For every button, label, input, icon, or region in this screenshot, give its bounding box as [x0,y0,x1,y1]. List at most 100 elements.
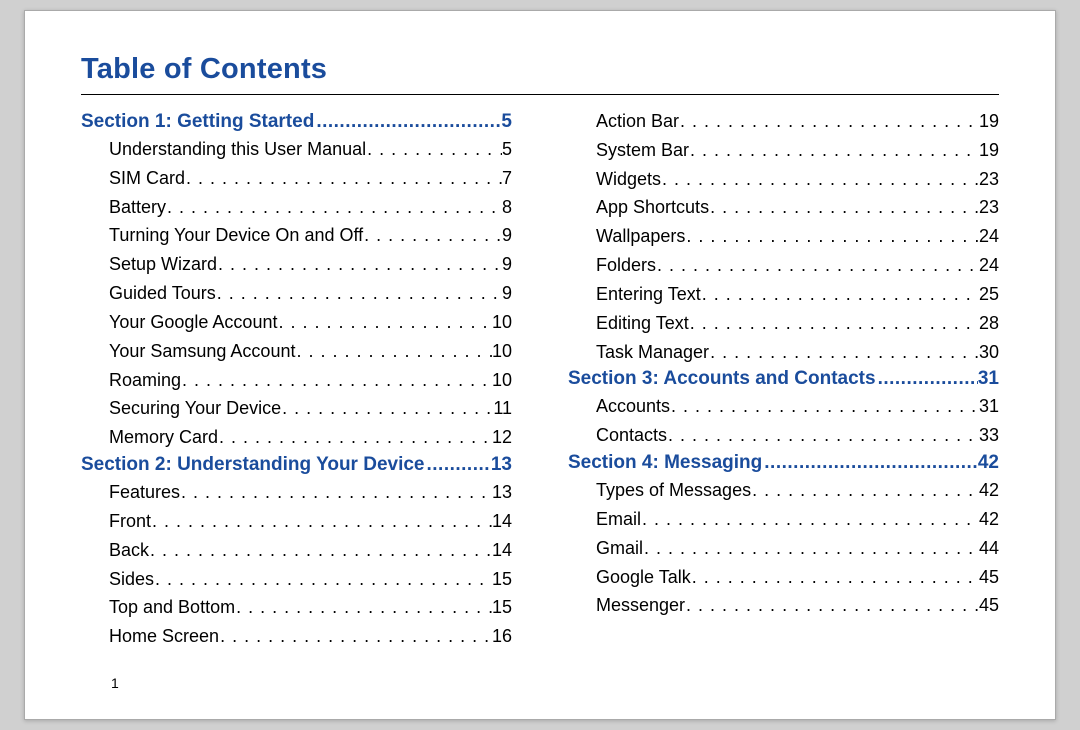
toc-label: Your Samsung Account [109,339,295,364]
toc-label: SIM Card [109,166,185,191]
toc-page-number: 7 [502,166,512,191]
toc-columns: Section 1: Getting Started 5Understandin… [81,109,999,653]
toc-page-number: 45 [979,565,999,590]
toc-page-number: 19 [979,109,999,134]
toc-label: Guided Tours [109,281,216,306]
leader-dots [219,624,492,649]
leader-dots [667,423,979,448]
leader-dots [217,252,502,277]
toc-label: Setup Wizard [109,252,217,277]
toc-label: Memory Card [109,425,218,450]
toc-page-number: 14 [492,509,512,534]
toc-page-number: 33 [979,423,999,448]
toc-entry[interactable]: Task Manager 30 [596,340,999,365]
toc-page-number: 5 [502,137,512,162]
toc-label: Roaming [109,368,181,393]
toc-label: App Shortcuts [596,195,709,220]
toc-page-number: 10 [492,368,512,393]
toc-label: Section 4: Messaging [568,452,762,474]
leader-dots [876,368,978,390]
toc-section-heading[interactable]: Section 3: Accounts and Contacts 31 [568,368,999,390]
toc-page-number: 31 [978,368,999,390]
toc-entry[interactable]: Editing Text 28 [596,311,999,336]
toc-entry[interactable]: Battery 8 [109,195,512,220]
leader-dots [180,480,492,505]
toc-page-number: 14 [492,538,512,563]
leader-dots [154,567,492,592]
toc-label: Messenger [596,593,685,618]
toc-entry[interactable]: System Bar 19 [596,138,999,163]
toc-label: Section 3: Accounts and Contacts [568,368,876,390]
toc-page-number: 30 [979,340,999,365]
toc-page-number: 15 [492,595,512,620]
toc-entry[interactable]: SIM Card 7 [109,166,512,191]
toc-entry[interactable]: Gmail 44 [596,536,999,561]
toc-entry[interactable]: Guided Tours 9 [109,281,512,306]
toc-page-number: 13 [492,480,512,505]
toc-page-number: 9 [502,252,512,277]
toc-label: Features [109,480,180,505]
toc-column-left: Section 1: Getting Started 5Understandin… [81,109,512,653]
toc-entry[interactable]: Memory Card 12 [109,425,512,450]
toc-label: Top and Bottom [109,595,235,620]
toc-label: Entering Text [596,282,701,307]
leader-dots [679,109,979,134]
toc-page-number: 10 [492,310,512,335]
toc-entry[interactable]: Entering Text 25 [596,282,999,307]
toc-entry[interactable]: Google Talk 45 [596,565,999,590]
toc-page-number: 12 [492,425,512,450]
leader-dots [661,167,979,192]
toc-page-number: 28 [979,311,999,336]
toc-entry[interactable]: Widgets 23 [596,167,999,192]
toc-page-number: 25 [979,282,999,307]
toc-label: Securing Your Device [109,396,281,421]
leader-dots [295,339,492,364]
toc-page-number: 11 [493,396,512,421]
toc-entry[interactable]: Messenger 45 [596,593,999,618]
leader-dots [366,137,502,162]
toc-entry[interactable]: Sides 15 [109,567,512,592]
leader-dots [281,396,493,421]
toc-entry[interactable]: Action Bar 19 [596,109,999,134]
toc-label: Front [109,509,151,534]
leader-dots [151,509,492,534]
toc-page-number: 16 [492,624,512,649]
page-number: 1 [111,675,119,691]
toc-entry[interactable]: Accounts 31 [596,394,999,419]
leader-dots [656,253,979,278]
toc-entry[interactable]: Email 42 [596,507,999,532]
toc-page-number: 19 [979,138,999,163]
toc-section-heading[interactable]: Section 1: Getting Started 5 [81,111,512,133]
toc-entry[interactable]: App Shortcuts 23 [596,195,999,220]
toc-entry[interactable]: Types of Messages 42 [596,478,999,503]
toc-entry[interactable]: Home Screen 16 [109,624,512,649]
toc-entry[interactable]: Wallpapers 24 [596,224,999,249]
toc-entry[interactable]: Setup Wizard 9 [109,252,512,277]
toc-label: Battery [109,195,166,220]
leader-dots [689,138,979,163]
toc-label: Types of Messages [596,478,751,503]
toc-label: Section 1: Getting Started [81,111,314,133]
toc-section-heading[interactable]: Section 2: Understanding Your Device 13 [81,454,512,476]
page-title: Table of Contents [81,53,999,95]
toc-label: Task Manager [596,340,709,365]
toc-label: Section 2: Understanding Your Device [81,454,424,476]
toc-entry[interactable]: Securing Your Device 11 [109,396,512,421]
toc-entry[interactable]: Top and Bottom 15 [109,595,512,620]
leader-dots [685,593,979,618]
leader-dots [689,311,979,336]
toc-entry[interactable]: Features 13 [109,480,512,505]
toc-entry[interactable]: Your Google Account 10 [109,310,512,335]
toc-column-right: Action Bar 19 System Bar 19 Widgets 23 App … [568,109,999,653]
toc-entry[interactable]: Back 14 [109,538,512,563]
toc-label: Editing Text [596,311,689,336]
toc-section-heading[interactable]: Section 4: Messaging 42 [568,452,999,474]
toc-label: Contacts [596,423,667,448]
toc-entry[interactable]: Turning Your Device On and Off 9 [109,223,512,248]
toc-entry[interactable]: Contacts 33 [596,423,999,448]
toc-entry[interactable]: Front 14 [109,509,512,534]
toc-entry[interactable]: Roaming 10 [109,368,512,393]
toc-entry[interactable]: Folders 24 [596,253,999,278]
toc-entry[interactable]: Your Samsung Account 10 [109,339,512,364]
toc-entry[interactable]: Understanding this User Manual 5 [109,137,512,162]
